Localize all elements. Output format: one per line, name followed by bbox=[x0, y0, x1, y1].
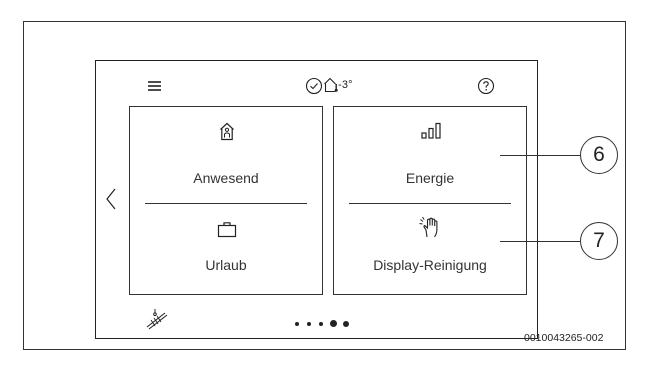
signal-bars-icon[interactable] bbox=[420, 122, 442, 140]
callout-6: 6 bbox=[580, 136, 618, 174]
page-dot[interactable] bbox=[319, 322, 323, 326]
house-thermometer-icon[interactable] bbox=[323, 76, 339, 94]
chevron-left-icon[interactable] bbox=[104, 187, 118, 211]
hand-cleaning-icon[interactable] bbox=[418, 216, 444, 238]
page-indicator[interactable] bbox=[282, 318, 372, 330]
question-circle-icon[interactable] bbox=[477, 77, 495, 95]
tile-label-anwesend[interactable]: Anwesend bbox=[130, 170, 322, 186]
hamburger-menu-icon[interactable] bbox=[147, 79, 163, 93]
tile-energie-display-reinigung: Energie Display-Reinigung bbox=[333, 106, 527, 295]
tile-divider bbox=[145, 203, 307, 204]
check-circle-icon[interactable] bbox=[305, 77, 323, 95]
heat-pump-icon[interactable] bbox=[145, 307, 169, 331]
document-id: 0010043265-002 bbox=[524, 332, 604, 344]
callout-line-6 bbox=[500, 155, 581, 156]
home-person-icon[interactable] bbox=[219, 122, 235, 141]
page-dot[interactable] bbox=[295, 322, 299, 326]
tile-label-display-reinigung[interactable]: Display-Reinigung bbox=[334, 257, 526, 273]
tile-anwesend-urlaub: Anwesend Urlaub bbox=[129, 106, 323, 295]
callout-line-7 bbox=[500, 241, 581, 242]
callout-7: 7 bbox=[580, 222, 618, 260]
suitcase-icon[interactable] bbox=[217, 221, 237, 238]
page-dot[interactable] bbox=[307, 322, 311, 326]
page-dot[interactable] bbox=[343, 321, 349, 327]
outdoor-temperature: -3° bbox=[338, 79, 353, 91]
tile-label-energie[interactable]: Energie bbox=[334, 170, 526, 186]
tile-label-urlaub[interactable]: Urlaub bbox=[130, 257, 322, 273]
tile-divider bbox=[349, 203, 511, 204]
page-dot-active[interactable] bbox=[330, 320, 337, 327]
